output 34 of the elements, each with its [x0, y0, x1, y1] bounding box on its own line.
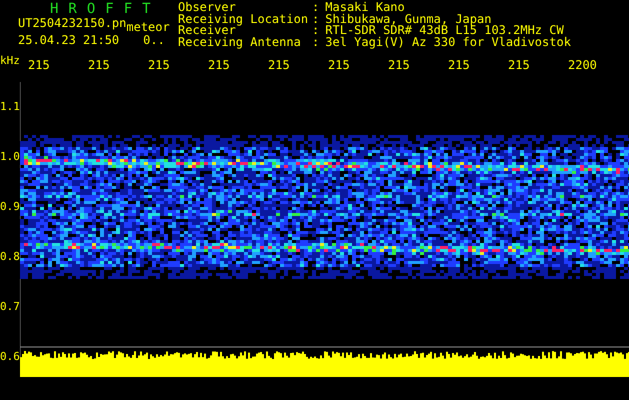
y-axis-label: 0.9: [0, 200, 20, 215]
x-axis-label: 215: [208, 58, 231, 72]
x-axis-label: 215: [328, 58, 351, 72]
info-separator: :: [312, 25, 320, 36]
y-axis-label: 0.6: [0, 350, 20, 365]
x-axis-label: 215: [148, 58, 171, 72]
y-axis-label: 0.7: [0, 300, 20, 315]
date-time: 25.04.23 21:50: [18, 34, 120, 47]
info-separator: :: [312, 36, 320, 48]
info-label: Receiving Location: [178, 14, 310, 25]
axis-unit: kHz: [0, 54, 21, 67]
info-value: Shibukawa, Gunma, Japan: [325, 14, 492, 25]
y-axis-label: 1.0: [0, 150, 20, 165]
x-axis-label: 215: [88, 58, 111, 72]
x-axis-label: 215: [28, 58, 51, 72]
status-text: 0..: [143, 34, 165, 47]
app-title: HROFFT: [49, 2, 162, 17]
info-value: Masaki Kano: [325, 2, 406, 14]
x-axis-label: 215: [388, 58, 411, 72]
x-axis-label: 2200: [568, 58, 598, 72]
y-axis-label: 0.8: [0, 250, 20, 265]
info-separator: :: [312, 2, 320, 14]
info-label: Observer: [178, 2, 236, 14]
x-axis-label: 215: [268, 58, 291, 72]
info-label: Receiver: [178, 25, 236, 36]
x-axis-label: 215: [508, 58, 531, 72]
y-axis-label: 1.1: [0, 100, 20, 115]
info-separator: :: [312, 14, 320, 25]
file-name: UT2504232150.pn: [18, 17, 126, 30]
event-tag: meteor: [126, 21, 170, 34]
x-axis-label: 215: [448, 58, 471, 72]
info-value: 3el Yagi(V) Az 330 for Vladivostok: [325, 36, 571, 48]
info-value: RTL-SDR SDR# 43dB L15 103.2MHz CW: [325, 25, 564, 36]
info-label: Receiving Antenna: [178, 36, 302, 48]
